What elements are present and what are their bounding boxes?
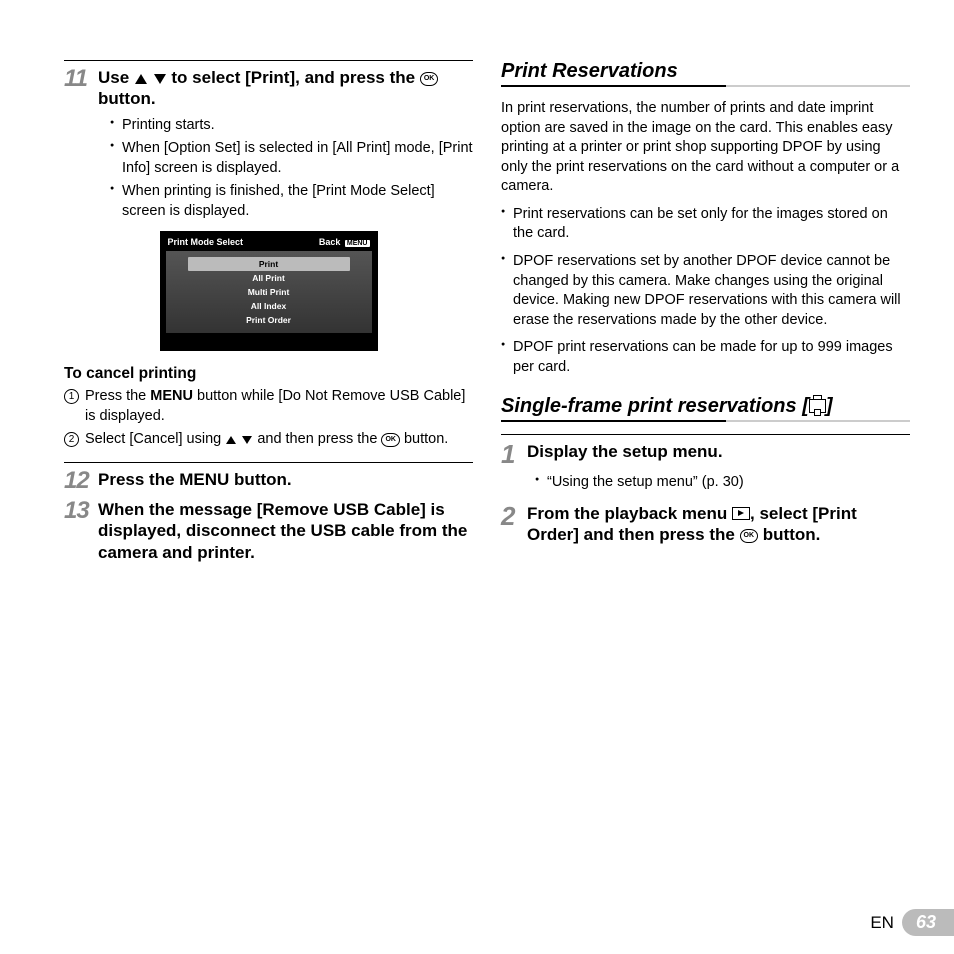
cancel-steps: 1 Press the MENU button while [Do Not Re… xyxy=(64,387,473,450)
footer-language: EN xyxy=(870,913,894,933)
back-label: Back xyxy=(319,237,341,247)
section-title-single-frame: Single-frame print reservations [] xyxy=(501,395,910,420)
text: button. xyxy=(400,431,448,447)
screen-menu: Print All Print Multi Print All Index Pr… xyxy=(166,251,372,333)
step-12: 12 Press the MENU button. xyxy=(64,469,473,493)
screen-header: Print Mode Select Back MENU xyxy=(166,237,372,251)
ok-button-icon: OK xyxy=(420,72,439,86)
left-column: 11 Use to select [Print], and press the … xyxy=(64,60,473,569)
text: Single-frame print reservations [ xyxy=(501,395,809,417)
playback-icon xyxy=(732,507,750,520)
bullet-item: DPOF reservations set by another DPOF de… xyxy=(501,252,910,330)
manual-page: 11 Use to select [Print], and press the … xyxy=(0,0,954,569)
text: Use xyxy=(98,68,134,87)
menu-item-all-index: All Index xyxy=(188,299,350,313)
text: From the playback menu xyxy=(527,504,732,523)
text: Select [Cancel] using and then press the… xyxy=(85,430,448,450)
text: to select [Print], and press the xyxy=(171,68,419,87)
step-heading: Use to select [Print], and press the OK … xyxy=(98,67,473,110)
rule xyxy=(64,462,473,463)
bullet-item: When [Option Set] is selected in [All Pr… xyxy=(110,139,473,178)
step-number: 13 xyxy=(64,499,98,523)
step-number: 1 xyxy=(501,441,527,467)
step-1-bullets: “Using the setup menu” (p. 30) xyxy=(535,473,910,493)
nav-down-icon xyxy=(154,74,166,84)
screen-back: Back MENU xyxy=(319,237,370,247)
page-footer: EN 63 xyxy=(870,909,954,936)
bullet-item: Print reservations can be set only for t… xyxy=(501,205,910,244)
step-heading: From the playback menu , select [Print O… xyxy=(527,503,910,546)
text: Press the xyxy=(98,470,179,489)
step-heading: Press the MENU button. xyxy=(98,469,292,490)
print-order-icon xyxy=(809,399,826,413)
nav-up-icon xyxy=(135,74,147,84)
text: and then press the xyxy=(257,431,381,447)
section-rule xyxy=(501,420,910,422)
step-number: 2 xyxy=(501,503,527,529)
ok-button-icon: OK xyxy=(740,529,759,543)
text: button. xyxy=(758,525,820,544)
text: Press the xyxy=(85,388,150,404)
bullet-item: “Using the setup menu” (p. 30) xyxy=(535,473,910,493)
top-rule xyxy=(64,60,473,61)
ok-button-icon: OK xyxy=(381,433,400,447)
step-2: 2 From the playback menu , select [Print… xyxy=(501,503,910,546)
menu-item-multi-print: Multi Print xyxy=(188,285,350,299)
cancel-step-2: 2 Select [Cancel] using and then press t… xyxy=(64,430,473,450)
camera-screen: Print Mode Select Back MENU Print All Pr… xyxy=(160,231,378,351)
right-column: Print Reservations In print reservations… xyxy=(501,60,910,569)
step-13: 13 When the message [Remove USB Cable] i… xyxy=(64,499,473,563)
menu-label: MENU xyxy=(150,388,193,404)
section-rule xyxy=(501,85,910,87)
step-heading: When the message [Remove USB Cable] is d… xyxy=(98,499,473,563)
menu-badge-icon: MENU xyxy=(345,240,370,247)
cancel-heading: To cancel printing xyxy=(64,365,473,383)
step-number: 11 xyxy=(64,67,98,91)
nav-up-icon xyxy=(226,436,236,444)
nav-down-icon xyxy=(242,436,252,444)
reservation-notes: Print reservations can be set only for t… xyxy=(501,205,910,378)
footer-tab: 63 xyxy=(902,909,954,936)
menu-label: MENU xyxy=(179,470,229,489)
text: Select [Cancel] using xyxy=(85,431,225,447)
menu-item-print: Print xyxy=(188,257,350,271)
footer-page-number: 63 xyxy=(916,912,936,932)
circled-number-icon: 2 xyxy=(64,432,79,447)
text: button. xyxy=(229,470,291,489)
step-number: 12 xyxy=(64,469,98,493)
rule xyxy=(501,434,910,435)
bullet-item: Printing starts. xyxy=(110,116,473,136)
section-title-print-reservations: Print Reservations xyxy=(501,60,910,85)
menu-item-all-print: All Print xyxy=(188,271,350,285)
text: Press the MENU button while [Do Not Remo… xyxy=(85,387,473,426)
step-1: 1 Display the setup menu. xyxy=(501,441,910,467)
intro-text: In print reservations, the number of pri… xyxy=(501,99,910,197)
bullet-item: When printing is finished, the [Print Mo… xyxy=(110,182,473,221)
text: ] xyxy=(826,395,833,417)
bullet-item: DPOF print reservations can be made for … xyxy=(501,338,910,377)
step-11-bullets: Printing starts. When [Option Set] is se… xyxy=(110,116,473,222)
circled-number-icon: 1 xyxy=(64,389,79,404)
step-heading: Display the setup menu. xyxy=(527,441,723,462)
step-11: 11 Use to select [Print], and press the … xyxy=(64,67,473,110)
screen-title: Print Mode Select xyxy=(168,237,244,247)
menu-item-print-order: Print Order xyxy=(188,313,350,327)
cancel-step-1: 1 Press the MENU button while [Do Not Re… xyxy=(64,387,473,426)
text: button. xyxy=(98,89,156,108)
